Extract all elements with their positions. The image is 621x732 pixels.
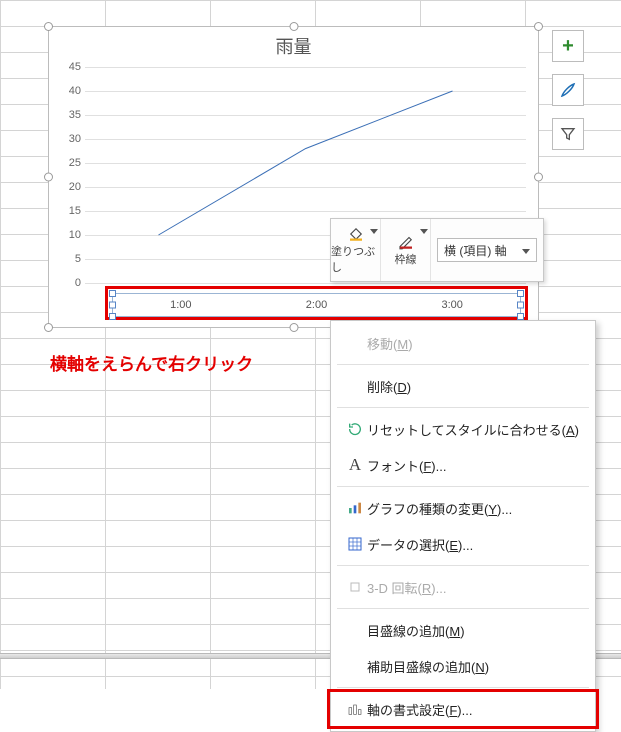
y-tick-label: 45 xyxy=(61,61,81,73)
context-menu-separator xyxy=(337,407,589,408)
chevron-down-icon xyxy=(366,225,378,237)
fill-color-button[interactable]: 塗りつぶし xyxy=(331,219,381,281)
chevron-down-icon xyxy=(518,243,530,257)
chart-element-selector[interactable]: 横 (項目) 軸 xyxy=(431,238,543,262)
chart-object[interactable]: 雨量 0 5 10 15 20 25 30 35 40 45 1:00 2:00 3:00 xyxy=(48,26,539,328)
chart-title[interactable]: 雨量 xyxy=(49,27,538,61)
y-tick-label: 15 xyxy=(61,205,81,217)
context-menu-item[interactable]: 補助目盛線の追加(N) xyxy=(331,648,595,684)
outline-label: 枠線 xyxy=(395,251,417,267)
funnel-icon xyxy=(560,126,576,142)
pen-icon xyxy=(396,233,416,251)
context-menu-item: 3-D 回転(R)... xyxy=(331,569,595,605)
fill-label: 塗りつぶし xyxy=(331,243,380,275)
axis-sel-handle[interactable] xyxy=(517,313,524,320)
context-menu-label: フォント(F)... xyxy=(367,456,583,475)
chart-elements-button[interactable] xyxy=(552,30,584,62)
y-tick-label: 10 xyxy=(61,229,81,241)
y-tick-label: 0 xyxy=(61,277,81,289)
y-tick-label: 35 xyxy=(61,109,81,121)
context-menu-item[interactable]: データの選択(E)... xyxy=(331,526,595,562)
context-menu-label: 削除(D) xyxy=(367,377,583,396)
chart-filter-button[interactable] xyxy=(552,118,584,150)
axis-sel-handle[interactable] xyxy=(517,290,524,297)
context-menu-item[interactable]: Aフォント(F)... xyxy=(331,447,595,483)
font-icon: A xyxy=(343,455,367,475)
context-menu-label: 補助目盛線の追加(N) xyxy=(367,657,583,676)
context-menu-item[interactable]: 削除(D) xyxy=(331,368,595,404)
x-axis-selection-highlight: 1:00 2:00 3:00 xyxy=(105,286,528,320)
selection-handle[interactable] xyxy=(289,22,298,31)
x-axis[interactable]: 1:00 2:00 3:00 xyxy=(112,293,521,317)
context-menu-label: 軸の書式設定(F)... xyxy=(367,700,583,719)
context-menu-separator xyxy=(337,608,589,609)
context-menu-label: グラフの種類の変更(Y)... xyxy=(367,499,583,518)
brush-icon xyxy=(559,81,577,99)
axis-sel-handle[interactable] xyxy=(109,290,116,297)
context-menu-label: データの選択(E)... xyxy=(367,535,583,554)
format-axis-icon xyxy=(343,701,367,717)
chart-styles-button[interactable] xyxy=(552,74,584,106)
selection-handle[interactable] xyxy=(289,323,298,332)
selection-handle[interactable] xyxy=(534,22,543,31)
plus-icon xyxy=(562,35,574,58)
chart-type-icon xyxy=(343,500,367,516)
selection-handle[interactable] xyxy=(44,22,53,31)
context-menu-separator xyxy=(337,364,589,365)
x-tick-label: 1:00 xyxy=(170,299,191,311)
context-menu-separator xyxy=(337,565,589,566)
selection-handle[interactable] xyxy=(44,323,53,332)
chevron-down-icon xyxy=(416,225,428,237)
y-tick-label: 20 xyxy=(61,181,81,193)
selection-handle[interactable] xyxy=(534,173,543,182)
outline-color-button[interactable]: 枠線 xyxy=(381,219,431,281)
context-menu-label: 移動(M) xyxy=(367,334,583,353)
y-tick-label: 30 xyxy=(61,133,81,145)
x-tick-label: 2:00 xyxy=(306,299,327,311)
context-menu-separator xyxy=(337,486,589,487)
context-menu: 移動(M)削除(D)リセットしてスタイルに合わせる(A)Aフォント(F)...グ… xyxy=(330,320,596,732)
context-menu-item[interactable]: リセットしてスタイルに合わせる(A) xyxy=(331,411,595,447)
annotation-instruction: 横軸をえらんで右クリック xyxy=(50,350,253,375)
fill-bucket-icon xyxy=(346,225,366,243)
context-menu-item[interactable]: 軸の書式設定(F)... xyxy=(331,691,595,727)
y-tick-label: 5 xyxy=(61,253,81,265)
y-tick-label: 40 xyxy=(61,85,81,97)
context-menu-item: 移動(M) xyxy=(331,325,595,361)
reset-icon xyxy=(343,421,367,437)
chart-side-buttons xyxy=(552,30,584,162)
x-tick-label: 3:00 xyxy=(441,299,462,311)
select-data-icon xyxy=(343,536,367,552)
context-menu-label: リセットしてスタイルに合わせる(A) xyxy=(367,420,583,439)
mini-toolbar: 塗りつぶし 枠線 横 (項目) 軸 xyxy=(330,218,544,282)
context-menu-item[interactable]: グラフの種類の変更(Y)... xyxy=(331,490,595,526)
rotate-3d-icon xyxy=(343,579,367,595)
y-tick-label: 25 xyxy=(61,157,81,169)
context-menu-label: 3-D 回転(R)... xyxy=(367,578,583,597)
selector-value: 横 (項目) 軸 xyxy=(444,242,507,259)
selection-handle[interactable] xyxy=(44,173,53,182)
context-menu-label: 目盛線の追加(M) xyxy=(367,621,583,640)
gridline xyxy=(85,283,526,284)
context-menu-item[interactable]: 目盛線の追加(M) xyxy=(331,612,595,648)
context-menu-separator xyxy=(337,687,589,688)
axis-sel-handle[interactable] xyxy=(517,302,524,309)
axis-sel-handle[interactable] xyxy=(109,302,116,309)
axis-sel-handle[interactable] xyxy=(109,313,116,320)
